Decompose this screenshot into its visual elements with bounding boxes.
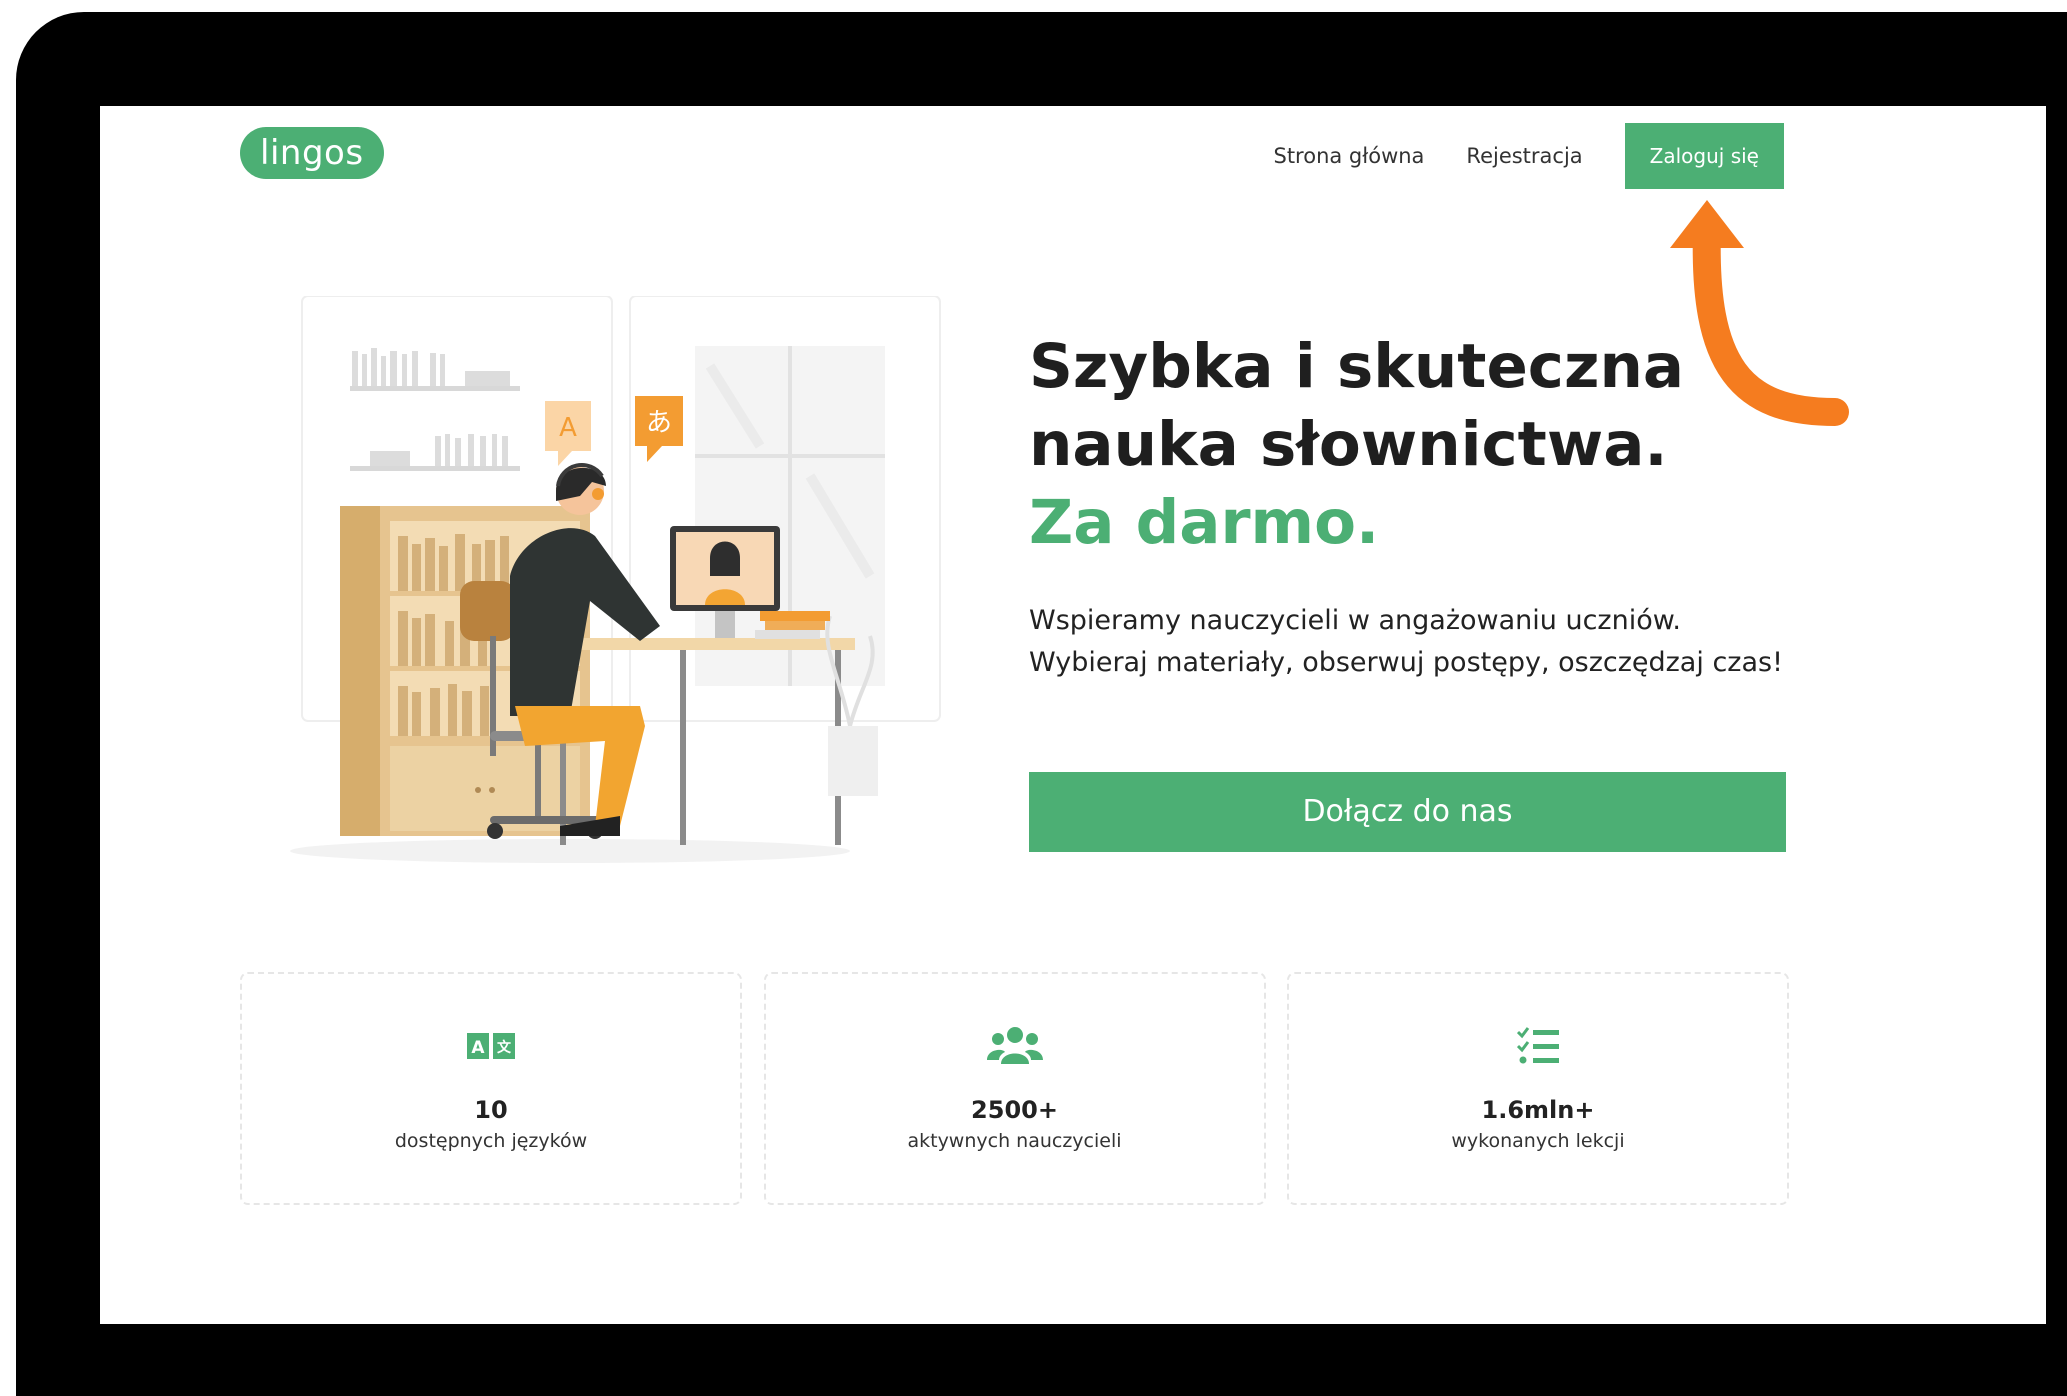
users-icon xyxy=(986,1024,1043,1068)
svg-text:A: A xyxy=(471,1038,485,1058)
stat-value: 2500+ xyxy=(971,1096,1058,1124)
annotation-arrow-icon xyxy=(1670,200,1849,426)
stat-card-languages: A 文 10 dostępnych języków xyxy=(240,972,742,1205)
translate-icon: A 文 xyxy=(467,1024,515,1068)
nav-link-home[interactable]: Strona główna xyxy=(1273,144,1424,168)
login-button[interactable]: Zaloguj się xyxy=(1624,123,1784,189)
svg-text:文: 文 xyxy=(497,1039,512,1056)
book-stack xyxy=(760,611,830,621)
stats-section: A 文 10 dostępnych języków 2500+ aktywnyc… xyxy=(240,972,1789,1205)
logo[interactable]: lingos xyxy=(240,127,384,179)
bubble-letter-a: A xyxy=(559,413,577,443)
book-stack-3 xyxy=(755,630,820,639)
checklist-icon xyxy=(1517,1024,1559,1068)
stat-value: 10 xyxy=(474,1096,508,1124)
nav-link-register[interactable]: Rejestracja xyxy=(1466,144,1582,168)
bubble-letter-a-japanese: あ xyxy=(646,408,672,438)
join-us-button[interactable]: Dołącz do nas xyxy=(1029,772,1786,852)
stat-label: aktywnych nauczycieli xyxy=(907,1130,1122,1152)
hero-description: Wspieramy nauczycieli w angażowaniu uczn… xyxy=(1029,605,1783,678)
stat-card-teachers: 2500+ aktywnych nauczycieli xyxy=(763,972,1266,1205)
stat-label: dostępnych języków xyxy=(394,1130,588,1152)
stat-value: 1.6mln+ xyxy=(1481,1096,1595,1124)
book-stack-2 xyxy=(765,621,825,630)
hero-title-highlight: Za darmo. xyxy=(1029,487,1380,558)
hero-illustration: A あ xyxy=(290,296,941,863)
stat-label: wykonanych lekcji xyxy=(1451,1130,1625,1152)
floor-shadow xyxy=(290,839,850,863)
top-nav: Strona główna Rejestracja Zaloguj się xyxy=(1273,123,1784,189)
stat-card-lessons: 1.6mln+ wykonanych lekcji xyxy=(1287,972,1789,1205)
